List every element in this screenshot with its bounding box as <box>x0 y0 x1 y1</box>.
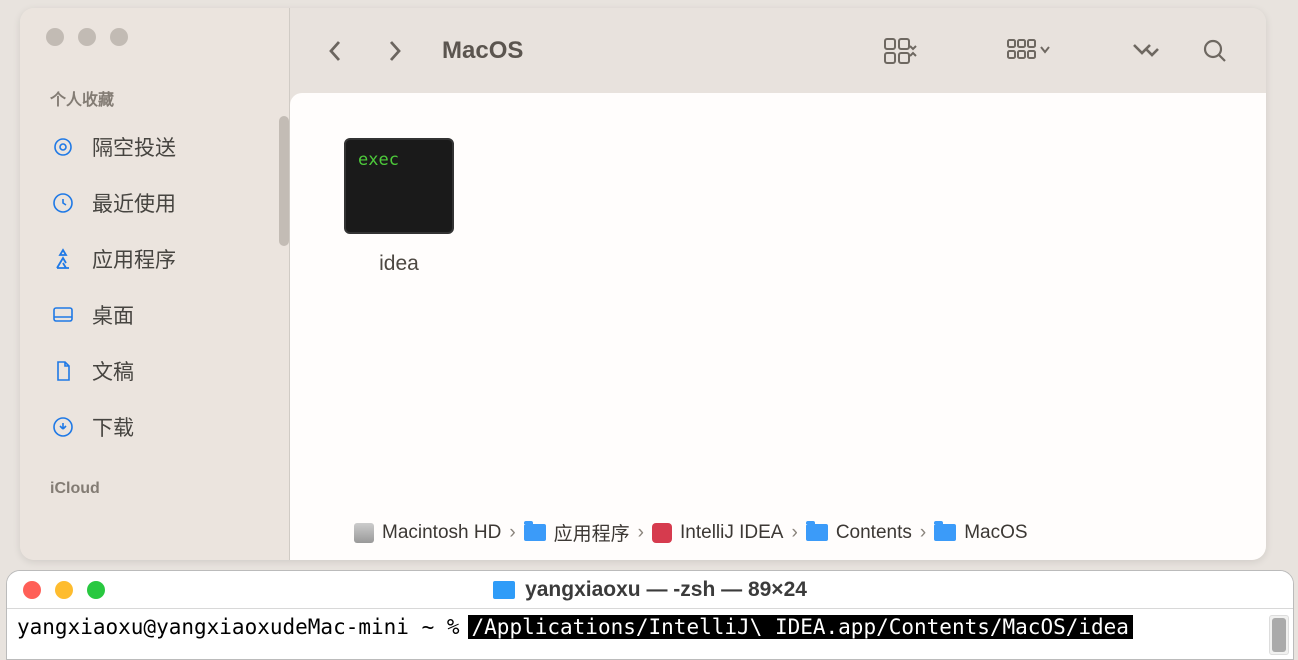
apps-icon <box>50 246 76 272</box>
path-label: Contents <box>836 522 912 544</box>
terminal-prompt: yangxiaoxu@yangxiaoxudeMac-mini ~ % <box>17 615 460 639</box>
group-button[interactable] <box>1004 31 1054 71</box>
file-grid: exec idea <box>344 138 1238 511</box>
exec-badge: exec <box>358 150 399 170</box>
window-controls <box>20 8 289 46</box>
sidebar-item-desktop[interactable]: 桌面 <box>44 292 273 338</box>
sidebar-content: 个人收藏 隔空投送 最近使用 应用程序 <box>20 46 289 512</box>
path-seg-intellij[interactable]: IntelliJ IDEA <box>652 522 783 544</box>
sidebar-item-recents[interactable]: 最近使用 <box>44 180 273 226</box>
terminal-scrollbar[interactable] <box>1269 615 1289 655</box>
sidebar-item-airdrop[interactable]: 隔空投送 <box>44 124 273 170</box>
path-seg-macintosh-hd[interactable]: Macintosh HD <box>354 522 501 544</box>
terminal-command: /Applications/IntelliJ\ IDEA.app/Content… <box>468 615 1133 639</box>
terminal-window: yangxiaoxu — -zsh — 89×24 yangxiaoxu@yan… <box>6 570 1294 660</box>
sidebar-item-label: 隔空投送 <box>92 132 176 162</box>
chevron-right-icon: › <box>509 522 515 544</box>
sidebar-item-label: 桌面 <box>92 300 134 330</box>
file-item-idea[interactable]: exec idea <box>344 138 454 276</box>
folder-icon <box>934 524 956 541</box>
home-folder-icon <box>493 581 515 599</box>
finder-main: MacOS <box>290 8 1266 560</box>
folder-icon <box>806 524 828 541</box>
terminal-title: yangxiaoxu — -zsh — 89×24 <box>7 578 1293 602</box>
close-button[interactable] <box>46 28 64 46</box>
exec-icon: exec <box>344 138 454 234</box>
zoom-button[interactable] <box>110 28 128 46</box>
view-mode-button[interactable] <box>876 31 926 71</box>
chevron-right-icon: › <box>638 522 644 544</box>
sidebar-section-icloud: iCloud <box>44 480 273 498</box>
desktop-icon <box>50 302 76 328</box>
chevron-right-icon: › <box>920 522 926 544</box>
back-button[interactable] <box>316 31 356 71</box>
path-label: Macintosh HD <box>382 522 501 544</box>
path-label: 应用程序 <box>554 519 630 546</box>
airdrop-icon <box>50 134 76 160</box>
path-seg-macos[interactable]: MacOS <box>934 522 1027 544</box>
sidebar-item-downloads[interactable]: 下载 <box>44 404 273 450</box>
path-label: IntelliJ IDEA <box>680 522 783 544</box>
path-label: MacOS <box>964 522 1027 544</box>
file-content-area: exec idea Macintosh HD › 应用程序 › <box>290 93 1266 560</box>
sidebar-item-documents[interactable]: 文稿 <box>44 348 273 394</box>
sidebar-item-label: 下载 <box>92 412 134 442</box>
location-title: MacOS <box>442 37 523 65</box>
sidebar-item-label: 最近使用 <box>92 188 176 218</box>
pathbar: Macintosh HD › 应用程序 › IntelliJ IDEA › Co… <box>344 511 1238 560</box>
sidebar-item-label: 文稿 <box>92 356 134 386</box>
disk-icon <box>354 523 374 543</box>
window-controls <box>23 581 105 599</box>
app-icon <box>652 523 672 543</box>
sidebar-item-label: 应用程序 <box>92 244 176 274</box>
forward-button[interactable] <box>374 31 414 71</box>
toolbar: MacOS <box>290 8 1266 93</box>
sidebar: 个人收藏 隔空投送 最近使用 应用程序 <box>20 8 290 560</box>
more-button[interactable] <box>1122 31 1172 71</box>
minimize-button[interactable] <box>78 28 96 46</box>
close-button[interactable] <box>23 581 41 599</box>
terminal-header: yangxiaoxu — -zsh — 89×24 <box>7 571 1293 609</box>
zoom-button[interactable] <box>87 581 105 599</box>
terminal-content[interactable]: yangxiaoxu@yangxiaoxudeMac-mini ~ % /App… <box>7 609 1293 645</box>
sidebar-item-applications[interactable]: 应用程序 <box>44 236 273 282</box>
chevron-right-icon: › <box>791 522 797 544</box>
sidebar-section-favorites: 个人收藏 <box>44 86 273 110</box>
download-icon <box>50 414 76 440</box>
scrollbar-thumb[interactable] <box>1272 618 1286 652</box>
minimize-button[interactable] <box>55 581 73 599</box>
doc-icon <box>50 358 76 384</box>
path-seg-applications[interactable]: 应用程序 <box>524 519 630 546</box>
search-button[interactable] <box>1190 31 1240 71</box>
folder-icon <box>524 524 546 541</box>
sidebar-scrollbar[interactable] <box>279 116 289 246</box>
finder-window: 个人收藏 隔空投送 最近使用 应用程序 <box>20 8 1266 560</box>
terminal-title-text: yangxiaoxu — -zsh — 89×24 <box>525 578 807 602</box>
file-name: idea <box>379 252 419 276</box>
clock-icon <box>50 190 76 216</box>
path-seg-contents[interactable]: Contents <box>806 522 912 544</box>
